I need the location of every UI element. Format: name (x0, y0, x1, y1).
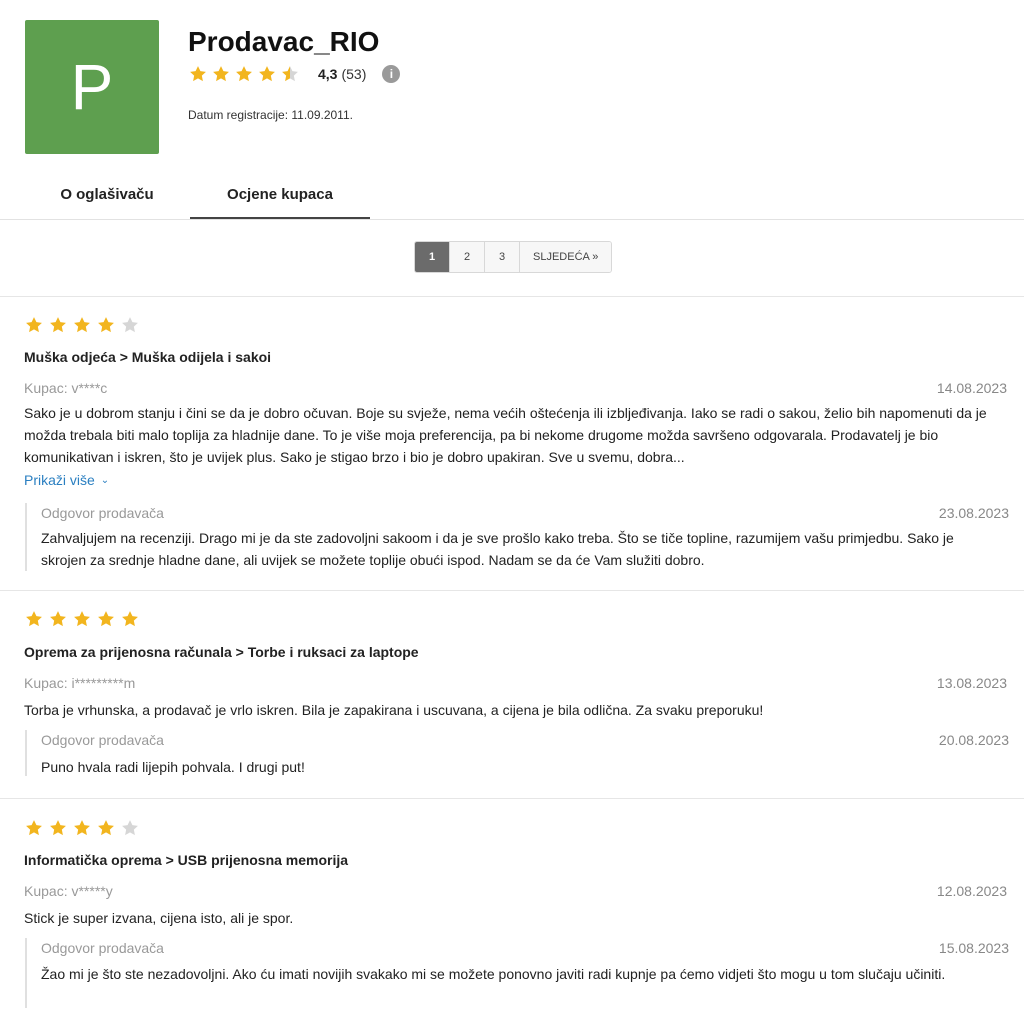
review-text: Sako je u dobrom stanju i čini se da je … (24, 405, 987, 465)
star-filled-icon (96, 609, 116, 629)
seller-rating: 4,3 (53) i (188, 64, 401, 84)
rating-value: 4,3 (318, 66, 338, 82)
star-filled-icon (48, 818, 68, 838)
reply-label: Odgovor prodavača (41, 732, 164, 748)
star-half-icon (280, 64, 300, 84)
seller-reply: Odgovor prodavača 15.08.2023 Žao mi je š… (25, 938, 1009, 1008)
star-filled-icon (211, 64, 231, 84)
review-text: Torba je vrhunska, a prodavač je vrlo is… (24, 702, 764, 718)
star-filled-icon (96, 818, 116, 838)
star-filled-icon (72, 609, 92, 629)
reply-label: Odgovor prodavača (41, 505, 164, 521)
pagination: 1 2 3 SLJEDEĆA » (414, 241, 613, 273)
star-filled-icon (24, 315, 44, 335)
review-stars (24, 315, 140, 335)
seller-avatar: P (25, 20, 159, 154)
page-button-1[interactable]: 1 (415, 242, 450, 272)
star-filled-icon (120, 609, 140, 629)
reply-text: Žao mi je što ste nezadovoljni. Ako ću i… (41, 966, 946, 982)
star-empty-icon (120, 818, 140, 838)
review-stars (24, 609, 140, 629)
reply-label: Odgovor prodavača (41, 940, 164, 956)
tab-customer-ratings[interactable]: Ocjene kupaca (190, 172, 370, 219)
seller-reply: Odgovor prodavača 20.08.2023 Puno hvala … (25, 730, 1009, 776)
star-filled-icon (257, 64, 277, 84)
tab-bar: O oglašivaču Ocjene kupaca (0, 172, 1024, 220)
registration-date: Datum registracije: 11.09.2011. (188, 108, 353, 122)
next-page-button[interactable]: SLJEDEĆA » (520, 242, 612, 272)
star-empty-icon (120, 315, 140, 335)
star-filled-icon (48, 315, 68, 335)
review-category: Informatička oprema > USB prijenosna mem… (24, 852, 349, 868)
seller-name: Prodavac_RIO (188, 26, 380, 57)
review-text: Stick je super izvana, cijena isto, ali … (24, 910, 294, 926)
review-buyer: Kupac: v****c (24, 380, 108, 396)
show-more-link[interactable]: Prikaži više ⌄ (24, 472, 109, 488)
review-item: Informatička oprema > USB prijenosna mem… (0, 799, 1024, 1019)
review-buyer: Kupac: v*****y (24, 883, 113, 899)
reply-date: 20.08.2023 (938, 732, 1009, 748)
review-category: Oprema za prijenosna računala > Torbe i … (24, 644, 419, 660)
star-filled-icon (188, 64, 208, 84)
star-filled-icon (24, 609, 44, 629)
review-stars (24, 818, 140, 838)
page-button-3[interactable]: 3 (485, 242, 520, 272)
star-filled-icon (72, 818, 92, 838)
seller-header: P Prodavac_RIO 4,3 (53) i Datum registra… (0, 0, 1024, 165)
reply-date: 15.08.2023 (938, 940, 1009, 956)
show-more-label: Prikaži više (24, 472, 95, 488)
seller-rating-stars (188, 64, 300, 84)
page-button-2[interactable]: 2 (450, 242, 485, 272)
review-buyer: Kupac: i*********m (24, 675, 136, 691)
reply-date: 23.08.2023 (938, 505, 1009, 521)
rating-count: (53) (341, 66, 367, 82)
review-date: 14.08.2023 (936, 380, 1007, 396)
star-filled-icon (48, 609, 68, 629)
review-date: 13.08.2023 (936, 675, 1007, 691)
review-category: Muška odjeća > Muška odijela i sakoi (24, 349, 272, 365)
star-filled-icon (72, 315, 92, 335)
star-filled-icon (24, 818, 44, 838)
pagination-bar: 1 2 3 SLJEDEĆA » (0, 220, 1024, 297)
review-date: 12.08.2023 (936, 883, 1007, 899)
star-filled-icon (96, 315, 116, 335)
review-item: Oprema za prijenosna računala > Torbe i … (0, 591, 1024, 799)
reply-text: Puno hvala radi lijepih pohvala. I drugi… (41, 759, 305, 775)
seller-reply: Odgovor prodavača 23.08.2023 Zahvaljujem… (25, 503, 1009, 571)
reply-text: Zahvaljujem na recenziji. Drago mi je da… (41, 530, 954, 568)
chevron-down-icon: ⌄ (100, 474, 110, 486)
info-icon[interactable]: i (382, 65, 401, 83)
tab-about-seller[interactable]: O oglašivaču (28, 172, 186, 217)
star-filled-icon (234, 64, 254, 84)
review-item: Muška odjeća > Muška odijela i sakoi Kup… (0, 297, 1024, 591)
